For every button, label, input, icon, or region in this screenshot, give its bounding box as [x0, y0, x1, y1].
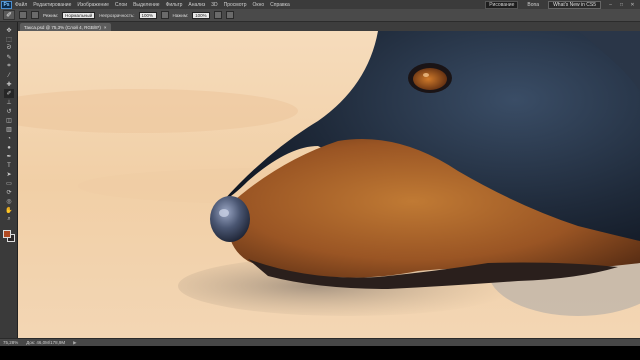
brush-size-icon[interactable]	[19, 11, 27, 19]
eyedropper-tool-icon[interactable]: ⁄	[4, 71, 14, 80]
minimize-icon[interactable]: –	[607, 2, 614, 8]
close-icon[interactable]: ✕	[629, 2, 636, 8]
document-tab-bar: Такса.psd @ 75,3% (Слой 4, RGB/8*) ×	[18, 22, 640, 31]
crop-tool-icon[interactable]: ⌗	[4, 62, 14, 71]
letterbox-bottom	[0, 346, 640, 360]
eye-highlight	[423, 73, 429, 77]
toolbox: ✥ ⬚ ᘐ ✎ ⌗ ⁄ ✚ ✐ ⊥ ↺ ◫ ▥ ◔ ● ✒ T ➤ ▭ ⟳ ◎ ✋ ⌕	[0, 22, 18, 338]
menu-file[interactable]: Файл	[15, 2, 27, 8]
brush-preset-icon[interactable]: ✐	[3, 10, 15, 20]
status-menu-arrow-icon[interactable]: ▶	[73, 340, 76, 346]
workspace-bona-button[interactable]: Bona	[524, 2, 542, 8]
maximize-icon[interactable]: □	[618, 2, 625, 8]
pen-tool-icon[interactable]: ✒	[4, 152, 14, 161]
menu-3d[interactable]: 3D	[211, 2, 217, 8]
mode-select[interactable]: Нормальный	[62, 11, 96, 19]
menu-help[interactable]: Справка	[270, 2, 290, 8]
airbrush-icon[interactable]	[214, 11, 223, 19]
shape-tool-icon[interactable]: ▭	[4, 179, 14, 188]
menu-bar: Ps Файл Редактирование Изображение Слои …	[0, 0, 640, 9]
brush-tool-icon[interactable]: ✐	[4, 89, 14, 98]
menu-image[interactable]: Изображение	[77, 2, 109, 8]
brush-panel-icon[interactable]	[31, 11, 39, 19]
canvas[interactable]	[18, 31, 640, 338]
opacity-label: Непрозрачность:	[99, 12, 135, 18]
pressure-label: Нажим:	[172, 12, 189, 18]
3d-rotate-tool-icon[interactable]: ⟳	[4, 188, 14, 197]
eraser-tool-icon[interactable]: ◫	[4, 116, 14, 125]
pressure-size-icon[interactable]	[226, 11, 235, 19]
workspace-painting-button[interactable]: Рисование	[485, 0, 519, 9]
document-info: Док: 46,0M/178,9M	[26, 340, 66, 345]
healing-tool-icon[interactable]: ✚	[4, 80, 14, 89]
menu-select[interactable]: Выделение	[133, 2, 160, 8]
tab-close-icon[interactable]: ×	[104, 25, 107, 30]
menu-view[interactable]: Просмотр	[224, 2, 247, 8]
app-logo: Ps	[1, 0, 12, 9]
menu-filter[interactable]: Фильтр	[166, 2, 183, 8]
painting	[18, 31, 640, 338]
dodge-tool-icon[interactable]: ●	[4, 143, 14, 152]
hand-tool-icon[interactable]: ✋	[4, 206, 14, 215]
marquee-tool-icon[interactable]: ⬚	[4, 35, 14, 44]
dog-nose	[210, 196, 250, 242]
pressure-field[interactable]: 100%	[192, 11, 211, 19]
menu-edit[interactable]: Редактирование	[33, 2, 71, 8]
3d-orbit-tool-icon[interactable]: ◎	[4, 197, 14, 206]
move-tool-icon[interactable]: ✥	[4, 26, 14, 35]
path-select-tool-icon[interactable]: ➤	[4, 170, 14, 179]
options-bar: ✐ Режим: Нормальный Непрозрачность: 100%…	[0, 9, 640, 22]
quick-select-tool-icon[interactable]: ✎	[4, 53, 14, 62]
menu-layers[interactable]: Слои	[115, 2, 127, 8]
mode-label: Режим:	[43, 12, 59, 18]
document-tab[interactable]: Такса.psd @ 75,3% (Слой 4, RGB/8*) ×	[20, 23, 111, 31]
opacity-field[interactable]: 100%	[138, 11, 157, 19]
history-brush-tool-icon[interactable]: ↺	[4, 107, 14, 116]
dog-eye	[413, 68, 447, 90]
foreground-color-swatch[interactable]	[3, 230, 11, 238]
stamp-tool-icon[interactable]: ⊥	[4, 98, 14, 107]
status-bar: 75,28% Док: 46,0M/178,9M ▶	[0, 338, 640, 346]
window-controls: – □ ✕	[607, 2, 636, 8]
zoom-level[interactable]: 75,28%	[3, 340, 18, 345]
whats-new-button[interactable]: What's New in CS5	[548, 0, 601, 9]
blur-tool-icon[interactable]: ◔	[4, 134, 14, 143]
type-tool-icon[interactable]: T	[4, 161, 14, 170]
nose-highlight	[219, 209, 229, 217]
menu-window[interactable]: Окно	[253, 2, 265, 8]
pressure-opacity-icon[interactable]	[160, 11, 169, 19]
gradient-tool-icon[interactable]: ▥	[4, 125, 14, 134]
zoom-tool-icon[interactable]: ⌕	[4, 215, 14, 224]
menu-right-area: Рисование Bona What's New in CS5 – □ ✕	[485, 0, 636, 9]
document-tab-title: Такса.psd @ 75,3% (Слой 4, RGB/8*)	[24, 24, 101, 30]
menu-analysis[interactable]: Анализ	[188, 2, 205, 8]
lasso-tool-icon[interactable]: ᘐ	[4, 44, 14, 53]
